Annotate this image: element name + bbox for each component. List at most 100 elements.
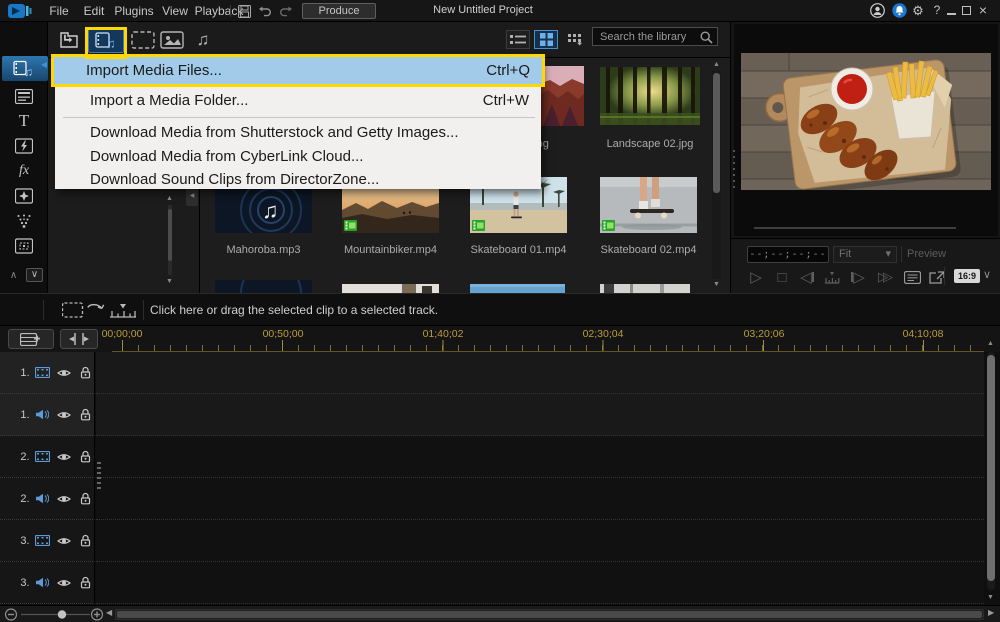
- explorer-scroll-up-icon[interactable]: ▲: [166, 195, 173, 203]
- timeline-vscrollbar[interactable]: ▲ ▼: [984, 340, 999, 604]
- help-icon[interactable]: ?: [930, 0, 944, 22]
- timecode-display[interactable]: --;--;--;--: [747, 246, 829, 263]
- media-thumbnail-partial[interactable]: [600, 284, 690, 293]
- explorer-scroll-down-icon[interactable]: ▼: [166, 278, 173, 286]
- track-lane-video-2[interactable]: [96, 436, 984, 478]
- eye-icon[interactable]: [55, 578, 73, 588]
- lock-icon[interactable]: [77, 366, 95, 379]
- search-icon[interactable]: [700, 31, 713, 44]
- media-thumbnail-audio-partial[interactable]: [215, 280, 312, 293]
- sort-library-icon[interactable]: [564, 28, 588, 52]
- timeline-hscrollbar[interactable]: [115, 609, 984, 620]
- track-header-video-2[interactable]: 2.: [0, 436, 95, 478]
- snapshot-marker-button[interactable]: [821, 267, 843, 287]
- next-frame-button[interactable]: ▷: [847, 267, 869, 287]
- hscroll-right-icon[interactable]: ▶: [988, 608, 994, 617]
- explorer-scrollbar-thumb[interactable]: [168, 209, 172, 261]
- library-scrollbar[interactable]: [712, 71, 721, 279]
- sidebar-scroll-up-icon[interactable]: ∧: [5, 269, 22, 282]
- eye-icon[interactable]: [55, 494, 73, 504]
- hscroll-left-icon[interactable]: ◀: [106, 608, 112, 617]
- sidebar-item-media-room[interactable]: ♫: [0, 56, 48, 80]
- preview-panel-splitter[interactable]: [731, 150, 737, 190]
- media-thumbnail-mahoroba[interactable]: ♫: [215, 187, 312, 233]
- menu-item-download-shutterstock[interactable]: Download Media from Shutterstock and Get…: [55, 120, 541, 144]
- minimize-icon[interactable]: [947, 13, 956, 15]
- library-scrollbar-thumb[interactable]: [713, 73, 720, 193]
- show-media-icon[interactable]: ♫: [88, 27, 124, 53]
- preview-seek-bar[interactable]: [754, 227, 956, 229]
- preview-details-button[interactable]: [901, 267, 923, 287]
- lock-icon[interactable]: [77, 534, 95, 547]
- aspect-chevron-icon[interactable]: ∨: [983, 268, 991, 281]
- eye-icon[interactable]: [55, 368, 73, 378]
- filter-audio-icon[interactable]: ♫: [190, 28, 216, 52]
- media-thumbnail-skateboard-02[interactable]: [600, 177, 697, 233]
- sidebar-item-title-room[interactable]: T: [0, 109, 48, 133]
- library-scroll-down-icon[interactable]: ▼: [713, 281, 720, 289]
- maximize-icon[interactable]: [962, 6, 971, 15]
- eye-icon[interactable]: [55, 452, 73, 462]
- redo-icon[interactable]: [278, 6, 293, 17]
- lock-icon[interactable]: [77, 450, 95, 463]
- menu-view[interactable]: View: [158, 0, 192, 22]
- eye-icon[interactable]: [55, 410, 73, 420]
- preview-video-area[interactable]: [734, 24, 998, 236]
- timeline-scroll-up-icon[interactable]: ▲: [987, 340, 994, 348]
- filter-video-icon[interactable]: [130, 28, 156, 52]
- media-thumbnail-landscape[interactable]: [600, 67, 700, 125]
- close-icon[interactable]: ×: [976, 0, 990, 22]
- import-media-icon[interactable]: [56, 28, 82, 52]
- sidebar-scroll-down-icon[interactable]: ∨: [26, 268, 43, 282]
- track-lane-video-3[interactable]: [96, 520, 984, 562]
- play-button[interactable]: ▷: [745, 267, 767, 287]
- list-view-icon[interactable]: [506, 30, 530, 49]
- menu-edit[interactable]: Edit: [78, 0, 110, 22]
- timeline-scroll-down-icon[interactable]: ▼: [987, 594, 994, 602]
- track-lane-audio-2[interactable]: [96, 478, 984, 520]
- explorer-scrollbar[interactable]: [168, 205, 172, 275]
- sidebar-item-particle-room[interactable]: [0, 209, 48, 233]
- eye-icon[interactable]: [55, 536, 73, 546]
- lock-icon[interactable]: [77, 408, 95, 421]
- grid-view-icon[interactable]: [534, 30, 558, 49]
- track-header-audio-1[interactable]: 1.: [0, 394, 95, 436]
- track-lane-video-1[interactable]: [96, 352, 984, 394]
- timeline-hscroll-thumb[interactable]: [117, 611, 982, 618]
- timeline-hint-text[interactable]: Click here or drag the selected clip to …: [150, 303, 438, 317]
- track-lane-audio-1[interactable]: [96, 394, 984, 436]
- save-icon[interactable]: [238, 5, 251, 18]
- notification-bell-icon[interactable]: [892, 3, 907, 18]
- zoom-fit-dropdown[interactable]: Fit ▾: [833, 246, 897, 263]
- media-thumbnail-mountainbiker[interactable]: [342, 188, 439, 233]
- aspect-ratio-badge[interactable]: 16:9: [954, 269, 980, 283]
- fast-forward-button[interactable]: ▷▷: [872, 267, 894, 287]
- sidebar-item-transition-room[interactable]: [0, 134, 48, 158]
- sidebar-item-mask-designer-room[interactable]: [0, 234, 48, 258]
- menu-item-import-media-files[interactable]: Import Media Files... Ctrl+Q: [51, 54, 545, 87]
- track-header-audio-3[interactable]: 3.: [0, 562, 95, 604]
- settings-gear-icon[interactable]: ⚙: [910, 0, 926, 22]
- menu-item-download-cyberlink-cloud[interactable]: Download Media from CyberLink Cloud...: [55, 144, 541, 168]
- sidebar-item-effect-room[interactable]: fx: [0, 159, 48, 183]
- filter-photo-icon[interactable]: [158, 28, 186, 52]
- menu-plugins[interactable]: Plugins: [112, 0, 156, 22]
- timeline-ruler-row[interactable]: 00;00;00 00;50;00 01;40;02 02;30;04 03;2…: [0, 326, 1000, 352]
- undo-icon[interactable]: [258, 6, 273, 17]
- timeline-vscroll-track[interactable]: [987, 352, 995, 590]
- menu-item-download-directorzone[interactable]: Download Sound Clips from DirectorZone..…: [55, 168, 541, 191]
- produce-button[interactable]: Produce: [302, 3, 376, 19]
- stop-button[interactable]: □: [771, 267, 793, 287]
- track-header-audio-2[interactable]: 2.: [0, 478, 95, 520]
- menu-item-import-media-folder[interactable]: Import a Media Folder... Ctrl+W: [55, 87, 541, 114]
- sidebar-item-overlay-room[interactable]: [0, 84, 48, 108]
- timeline-zoom-slider[interactable]: [4, 607, 104, 622]
- timeline-vscroll-thumb[interactable]: [987, 355, 995, 581]
- track-lane-audio-3[interactable]: [96, 562, 984, 604]
- lock-icon[interactable]: [77, 576, 95, 589]
- add-clip-to-timeline-icon[interactable]: [62, 301, 140, 320]
- previous-frame-button[interactable]: ◁: [796, 267, 818, 287]
- library-scroll-up-icon[interactable]: ▲: [713, 61, 720, 69]
- track-manager-button[interactable]: [8, 329, 54, 349]
- sidebar-item-pip-objects-room[interactable]: [0, 184, 48, 208]
